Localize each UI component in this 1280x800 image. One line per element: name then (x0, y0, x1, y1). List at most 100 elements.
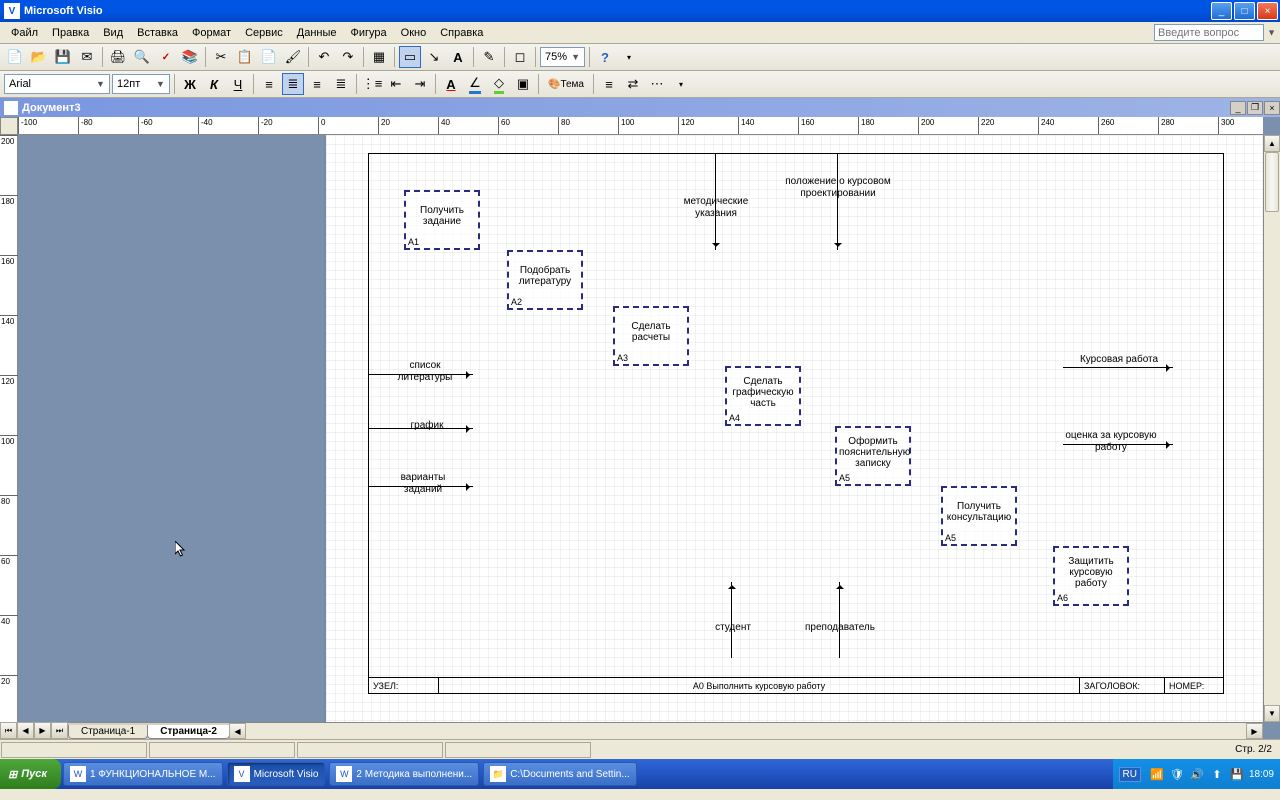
label-top-2[interactable]: положение о курсовом проектировании (785, 176, 891, 199)
arrow-output-1[interactable] (1063, 367, 1173, 368)
help-button[interactable]: ? (594, 46, 616, 68)
shadow-button[interactable]: ▣ (512, 73, 534, 95)
vscroll-thumb[interactable] (1265, 152, 1279, 212)
fill-color-button[interactable]: ◇ (488, 73, 510, 95)
bold-button[interactable]: Ж (179, 73, 201, 95)
text-tool-button[interactable]: A (447, 46, 469, 68)
preview-button[interactable]: 🔍 (131, 46, 153, 68)
line-pattern-button[interactable]: ⋯ (646, 73, 668, 95)
tray-icon-2[interactable]: 🛡 (1169, 766, 1185, 782)
line-ends-button[interactable]: ⇄ (622, 73, 644, 95)
menu-tools[interactable]: Сервис (238, 25, 290, 41)
taskbar-item-2[interactable]: VMicrosoft Visio (227, 762, 326, 786)
block-a5[interactable]: Оформить пояснительную запискуA5 (835, 426, 911, 486)
block-a5b[interactable]: Получить консультациюA5 (941, 486, 1017, 546)
format-painter-button[interactable]: 🖌 (282, 46, 304, 68)
tab-nav-prev[interactable]: ◀ (17, 722, 34, 739)
scroll-up-button[interactable]: ▲ (1264, 135, 1280, 152)
ruler-corner[interactable] (0, 117, 18, 135)
label-bottom-2[interactable]: преподаватель (789, 622, 891, 634)
menu-shape[interactable]: Фигура (344, 25, 394, 41)
theme-button[interactable]: 🎨 Тема (543, 73, 589, 95)
stencil-button[interactable]: ▦ (368, 46, 390, 68)
drawing-page[interactable]: методические указания положение о курсов… (326, 135, 1263, 722)
zoom-combo[interactable]: 75%▼ (540, 47, 585, 67)
redo-button[interactable]: ↷ (337, 46, 359, 68)
new-button[interactable]: 📄 (4, 46, 26, 68)
block-a6[interactable]: Защитить курсовую работуA6 (1053, 546, 1129, 606)
tray-icon-1[interactable]: 📶 (1149, 766, 1165, 782)
page-tab-2[interactable]: Страница-2 (147, 725, 230, 739)
label-top-1[interactable]: методические указания (669, 196, 763, 219)
menu-insert[interactable]: Вставка (130, 25, 185, 41)
italic-button[interactable]: К (203, 73, 225, 95)
clock[interactable]: 18:09 (1249, 769, 1274, 780)
outdent-button[interactable]: ⇤ (385, 73, 407, 95)
line-color-button[interactable]: ∠ (464, 73, 486, 95)
block-a1[interactable]: Получить заданиеA1 (404, 190, 480, 250)
tray-icon-5[interactable]: 💾 (1229, 766, 1245, 782)
doc-close-button[interactable]: × (1264, 101, 1280, 115)
label-left-3[interactable]: варианты заданий (387, 472, 459, 495)
open-button[interactable]: 📂 (28, 46, 50, 68)
label-bottom-1[interactable]: студент (703, 622, 763, 634)
toolbar-options-button2[interactable]: ▾ (670, 73, 692, 95)
paste-button[interactable]: 📄 (258, 46, 280, 68)
menu-data[interactable]: Данные (290, 25, 344, 41)
pointer-tool-button[interactable]: ▭ (399, 46, 421, 68)
scroll-down-button[interactable]: ▼ (1264, 705, 1280, 722)
mail-button[interactable]: ✉ (76, 46, 98, 68)
taskbar-item-4[interactable]: 📁C:\Documents and Settin... (483, 762, 637, 786)
label-right-1[interactable]: Курсовая работа (1077, 354, 1161, 366)
copy-button[interactable]: 📋 (234, 46, 256, 68)
align-right-button[interactable]: ≡ (306, 73, 328, 95)
scroll-left-button[interactable]: ◀ (229, 723, 246, 739)
arrow-control-2[interactable] (837, 154, 838, 250)
label-left-1[interactable]: список литературы (389, 360, 461, 383)
horizontal-ruler[interactable]: -100-80-60-40-20020406080100120140160180… (18, 117, 1263, 135)
start-button[interactable]: ⊞Пуск (0, 759, 61, 789)
vertical-scrollbar[interactable]: ▲ ▼ (1263, 135, 1280, 722)
font-size-combo[interactable]: 12пт▼ (112, 74, 170, 94)
menu-format[interactable]: Формат (185, 25, 238, 41)
tray-icon-4[interactable]: ⬆ (1209, 766, 1225, 782)
page-tab-1[interactable]: Страница-1 (68, 725, 148, 739)
shapes-button[interactable]: ◻ (509, 46, 531, 68)
ink-button[interactable]: ✎ (478, 46, 500, 68)
cut-button[interactable]: ✂ (210, 46, 232, 68)
canvas[interactable]: методические указания положение о курсов… (18, 135, 1263, 722)
research-button[interactable]: 📚 (179, 46, 201, 68)
label-right-2[interactable]: оценка за курсовую работу (1057, 430, 1165, 453)
menu-window[interactable]: Окно (394, 25, 434, 41)
minimize-button[interactable]: _ (1211, 2, 1232, 20)
taskbar-item-1[interactable]: W1 ФУНКЦИОНАЛЬНОЕ М... (63, 762, 223, 786)
block-a2[interactable]: Подобрать литературуA2 (507, 250, 583, 310)
menu-view[interactable]: Вид (96, 25, 130, 41)
spellcheck-button[interactable]: ✓ (155, 46, 177, 68)
tab-nav-first[interactable]: ⏮ (0, 722, 17, 739)
tray-icon-3[interactable]: 🔊 (1189, 766, 1205, 782)
connector-tool-button[interactable]: ↘ (423, 46, 445, 68)
maximize-button[interactable]: □ (1234, 2, 1255, 20)
menu-edit[interactable]: Правка (45, 25, 96, 41)
label-left-2[interactable]: график (397, 420, 457, 432)
help-search-input[interactable] (1154, 24, 1264, 41)
align-center-button[interactable]: ≣ (282, 73, 304, 95)
menu-help[interactable]: Справка (433, 25, 490, 41)
doc-restore-button[interactable]: ❐ (1247, 101, 1263, 115)
line-style-button[interactable]: ≡ (598, 73, 620, 95)
undo-button[interactable]: ↶ (313, 46, 335, 68)
print-button[interactable]: 🖨 (107, 46, 129, 68)
close-button[interactable]: × (1257, 2, 1278, 20)
font-color-button[interactable]: A (440, 73, 462, 95)
tab-nav-last[interactable]: ⏭ (51, 722, 68, 739)
arrow-mech-2[interactable] (839, 582, 840, 658)
block-a4[interactable]: Сделать графическую частьA4 (725, 366, 801, 426)
underline-button[interactable]: Ч (227, 73, 249, 95)
scroll-right-button[interactable]: ▶ (1246, 723, 1263, 739)
bullets-button[interactable]: ⋮≡ (361, 73, 383, 95)
align-justify-button[interactable]: ≣ (330, 73, 352, 95)
system-tray[interactable]: RU 📶 🛡 🔊 ⬆ 💾 18:09 (1113, 759, 1280, 789)
indent-button[interactable]: ⇥ (409, 73, 431, 95)
block-a3[interactable]: Сделать расчетыA3 (613, 306, 689, 366)
